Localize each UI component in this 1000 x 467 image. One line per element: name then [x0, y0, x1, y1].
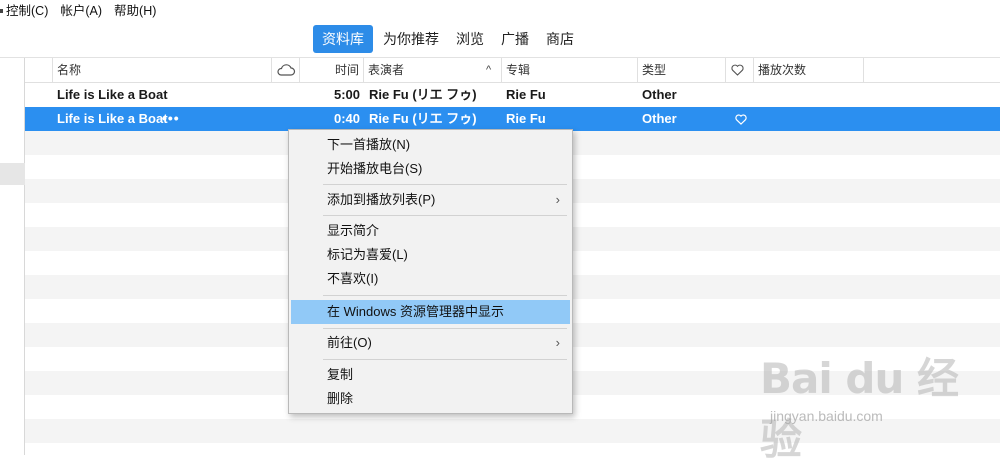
- submenu-arrow-icon: ›: [555, 192, 560, 207]
- cell-genre: Other: [642, 87, 677, 102]
- column-header-plays[interactable]: 播放次数: [753, 58, 863, 83]
- menu-item-go-to[interactable]: 前往(O) ›: [291, 331, 570, 355]
- table-row[interactable]: Life is Like a Boat 5:00 Rie Fu (リエ フゥ) …: [25, 83, 1000, 107]
- tab-library[interactable]: 资料库: [313, 25, 373, 53]
- cell-album: Rie Fu: [506, 111, 546, 126]
- column-header-loved[interactable]: [725, 58, 753, 83]
- menu-item-label: 不喜欢(I): [327, 271, 379, 286]
- watermark-url: jingyan.baidu.com: [770, 408, 883, 424]
- more-options-icon[interactable]: •••: [162, 107, 180, 131]
- context-menu: 下一首播放(N) 开始播放电台(S) 添加到播放列表(P) › 显示简介 标记为喜…: [288, 129, 573, 414]
- table-header: 名称 时间 表演者 ^ 专辑 类型 播放次数: [25, 58, 1000, 83]
- menu-separator: [323, 359, 567, 360]
- column-header-genre[interactable]: 类型: [637, 58, 725, 83]
- menu-item-show-info[interactable]: 显示简介: [291, 219, 570, 243]
- sort-ascending-icon: ^: [486, 64, 492, 76]
- menu-item-label: 开始播放电台(S): [327, 161, 423, 176]
- column-header-time[interactable]: 时间: [299, 58, 363, 83]
- menu-item-label: 删除: [327, 391, 354, 406]
- submenu-arrow-icon: ›: [555, 335, 560, 350]
- menu-item-label: 复制: [327, 367, 354, 382]
- menu-item-play-next[interactable]: 下一首播放(N): [291, 133, 570, 157]
- menu-item-start-station[interactable]: 开始播放电台(S): [291, 157, 570, 181]
- menu-item-label: 标记为喜爱(L): [327, 247, 408, 262]
- baidu-watermark: Bai du 经验 jingyan.baidu.com: [760, 345, 995, 464]
- column-header-album[interactable]: 专辑: [501, 58, 637, 83]
- menu-item-copy[interactable]: 复制: [291, 363, 570, 387]
- tab-store[interactable]: 商店: [539, 25, 581, 53]
- menu-separator: [323, 328, 567, 329]
- cell-artist: Rie Fu (リエ フゥ): [369, 87, 477, 102]
- menu-help[interactable]: 帮助(H): [108, 0, 162, 22]
- menu-separator: [323, 215, 567, 216]
- cell-genre: Other: [642, 111, 677, 126]
- tab-for-you[interactable]: 为你推荐: [376, 25, 446, 53]
- menu-item-label: 显示简介: [327, 223, 380, 238]
- menu-item-show-in-explorer[interactable]: 在 Windows 资源管理器中显示: [291, 300, 570, 324]
- menu-item-label: 在 Windows 资源管理器中显示: [327, 304, 504, 319]
- menu-controls[interactable]: 控制(C): [0, 0, 54, 22]
- toolbar: 资料库 为你推荐 浏览 广播 商店: [0, 22, 1000, 58]
- table-row-selected[interactable]: Life is Like a Boat ••• 0:40 Rie Fu (リエ …: [25, 107, 1000, 131]
- column-header-empty: [863, 58, 1000, 83]
- heart-icon: [731, 64, 744, 76]
- tab-browse[interactable]: 浏览: [449, 25, 491, 53]
- column-header-cloud[interactable]: [271, 58, 299, 83]
- menu-item-delete[interactable]: 删除: [291, 387, 570, 411]
- menu-separator: [323, 184, 567, 185]
- menubar-edge-marker: [0, 9, 3, 13]
- menu-separator: [323, 295, 567, 296]
- menu-item-label: 前往(O): [327, 335, 372, 350]
- tab-bar: 资料库 为你推荐 浏览 广播 商店: [313, 25, 584, 53]
- menu-item-dislike[interactable]: 不喜欢(I): [291, 267, 570, 291]
- cell-name: Life is Like a Boat: [57, 111, 168, 126]
- cell-time: 5:00: [333, 87, 360, 102]
- cell-artist: Rie Fu (リエ フゥ): [369, 111, 477, 126]
- menubar: 控制(C) 帐户(A) 帮助(H): [0, 0, 1000, 22]
- menu-item-love[interactable]: 标记为喜爱(L): [291, 243, 570, 267]
- loved-heart-icon[interactable]: [735, 114, 747, 125]
- sidebar-selected-item[interactable]: [0, 163, 25, 185]
- cell-album: Rie Fu: [506, 87, 546, 102]
- cloud-icon: [277, 64, 296, 76]
- cell-name: Life is Like a Boat: [57, 87, 168, 102]
- column-header-name[interactable]: 名称: [52, 58, 272, 83]
- menu-account[interactable]: 帐户(A): [54, 0, 108, 22]
- tab-radio[interactable]: 广播: [494, 25, 536, 53]
- menu-item-label: 添加到播放列表(P): [327, 192, 436, 207]
- sidebar: [0, 58, 25, 455]
- cell-time: 0:40: [333, 111, 360, 126]
- watermark-logo: Bai du 经验: [760, 354, 959, 464]
- menu-item-add-to-playlist[interactable]: 添加到播放列表(P) ›: [291, 188, 570, 212]
- column-header-artist[interactable]: 表演者: [363, 58, 501, 83]
- menu-item-label: 下一首播放(N): [327, 137, 411, 152]
